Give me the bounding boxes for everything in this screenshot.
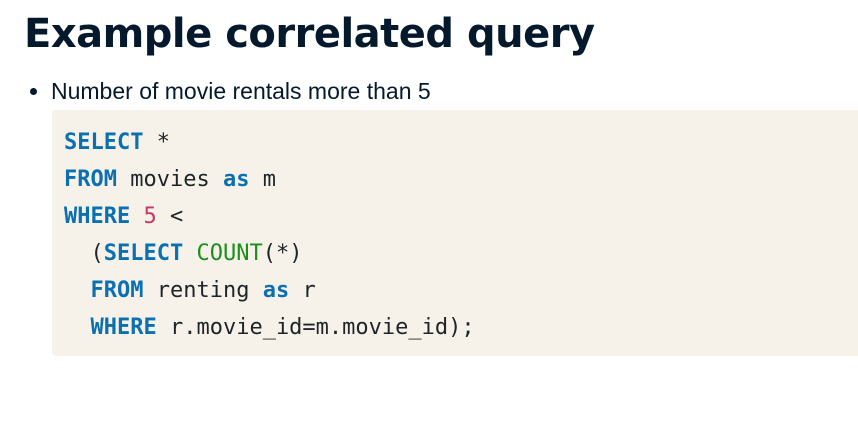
bullet-item: Number of movie rentals more than 5 bbox=[30, 76, 431, 106]
code-token-plain: renting bbox=[143, 278, 263, 303]
code-token-plain: < bbox=[156, 204, 184, 229]
code-token-plain: (*) bbox=[262, 241, 303, 266]
code-token-kw: SELECT bbox=[64, 130, 144, 155]
code-line-6: WHERE r.movie_id=m.movie_id); bbox=[64, 309, 858, 346]
code-line-4: (SELECT COUNT(*) bbox=[64, 235, 858, 272]
code-token-kw: FROM bbox=[64, 167, 117, 192]
slide-title: Example correlated query bbox=[24, 11, 595, 57]
bullet-text: Number of movie rentals more than 5 bbox=[51, 77, 431, 104]
code-token-plain: r bbox=[289, 278, 316, 303]
code-token-kw: as bbox=[262, 278, 290, 303]
bullet-dot-icon bbox=[30, 87, 37, 95]
code-token-kw: SELECT bbox=[103, 241, 184, 266]
code-token-fn: COUNT bbox=[196, 241, 263, 266]
code-line-5: FROM renting as r bbox=[64, 272, 858, 309]
code-token-kw: FROM bbox=[90, 278, 144, 303]
code-line-1: SELECT * bbox=[64, 124, 858, 161]
code-token-kw: WHERE bbox=[64, 204, 131, 229]
code-token-plain: r.movie_id=m.movie_id); bbox=[156, 315, 475, 340]
code-line-2: FROM movies as m bbox=[64, 161, 858, 198]
code-token-num: 5 bbox=[143, 204, 157, 229]
code-token-plain: ( bbox=[90, 241, 104, 266]
slide: Example correlated query Number of movie… bbox=[0, 0, 858, 432]
code-token-plain: * bbox=[143, 130, 170, 155]
code-token-plain: m bbox=[249, 167, 276, 192]
code-block: SELECT * FROM movies as m WHERE 5 < (SELEC… bbox=[52, 110, 858, 356]
code-token-kw: WHERE bbox=[90, 315, 157, 340]
code-token-plain: movies bbox=[116, 167, 223, 192]
code-line-3: WHERE 5 < bbox=[64, 198, 858, 235]
code-token-kw: as bbox=[222, 167, 250, 192]
